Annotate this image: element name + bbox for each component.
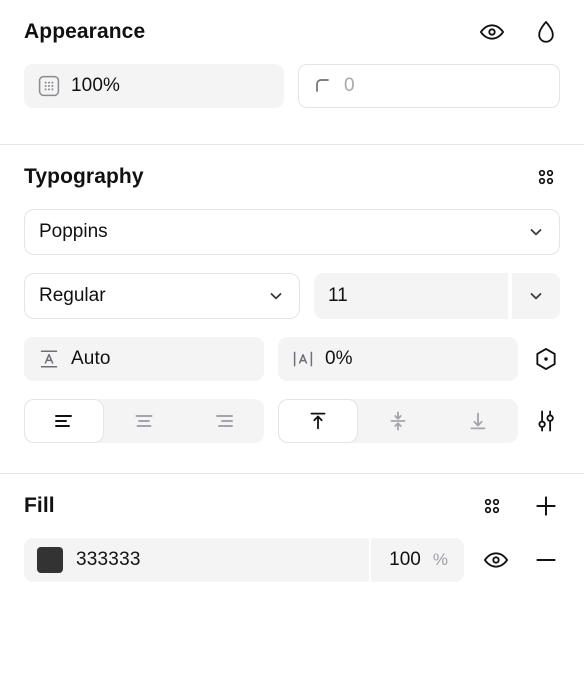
- appearance-header-actions: [478, 18, 560, 46]
- typography-title: Typography: [24, 165, 144, 188]
- line-height-field[interactable]: Auto: [24, 337, 264, 381]
- horizontal-align-group: [24, 399, 264, 443]
- corner-radius-icon: [313, 76, 333, 96]
- visibility-eye-icon[interactable]: [482, 546, 510, 574]
- align-center-icon[interactable]: [104, 399, 184, 443]
- align-top-icon[interactable]: [278, 399, 358, 443]
- opacity-value: 100%: [71, 75, 120, 96]
- add-fill-plus-icon[interactable]: [532, 492, 560, 520]
- fill-opacity-value: 100: [389, 549, 421, 570]
- chevron-down-icon: [267, 287, 285, 305]
- fill-color-picker[interactable]: 333333: [24, 547, 369, 573]
- font-size-value: 11: [328, 285, 348, 306]
- alignment-row: [24, 399, 560, 443]
- remove-fill-minus-icon[interactable]: [532, 546, 560, 574]
- typography-header-actions: [532, 163, 560, 191]
- line-letter-row: Auto 0%: [24, 337, 560, 381]
- font-family-row: Poppins: [24, 209, 560, 255]
- line-height-value: Auto: [71, 348, 111, 369]
- font-family-select[interactable]: Poppins: [24, 209, 560, 255]
- fill-header-actions: [478, 492, 560, 520]
- fill-header: Fill: [24, 474, 560, 538]
- line-height-icon: [38, 348, 60, 370]
- appearance-header: Appearance: [24, 0, 560, 64]
- font-size-input[interactable]: 11: [314, 273, 508, 319]
- fill-hex-value: 333333: [76, 549, 141, 570]
- text-decoration-hexagon-icon[interactable]: [532, 345, 560, 373]
- font-size-stepper: 11: [314, 273, 560, 319]
- align-left-icon[interactable]: [24, 399, 104, 443]
- fill-opacity-input[interactable]: 100 %: [371, 549, 464, 571]
- font-weight-select[interactable]: Regular: [24, 273, 300, 319]
- fill-color-field: 333333 100 %: [24, 538, 464, 582]
- fill-color-swatch[interactable]: [37, 547, 63, 573]
- text-styles-dots-icon[interactable]: [532, 163, 560, 191]
- appearance-section: Appearance 100% 0: [0, 0, 584, 108]
- font-size-dropdown-button[interactable]: [512, 273, 560, 319]
- align-right-icon[interactable]: [184, 399, 264, 443]
- corner-radius-value: 0: [344, 75, 355, 96]
- fill-opacity-unit: %: [432, 550, 448, 569]
- appearance-fields-row: 100% 0: [24, 64, 560, 108]
- type-settings-sliders-icon[interactable]: [532, 407, 560, 435]
- font-weight-size-row: Regular 11: [24, 273, 560, 319]
- fill-section: Fill 333333 100 %: [0, 474, 584, 582]
- align-bottom-icon[interactable]: [438, 399, 518, 443]
- color-styles-dots-icon[interactable]: [478, 492, 506, 520]
- opacity-field[interactable]: 100%: [24, 64, 284, 108]
- typography-section: Typography Poppins Regular 11 Auto 0%: [0, 145, 584, 443]
- vertical-align-group: [278, 399, 518, 443]
- letter-spacing-field[interactable]: 0%: [278, 337, 518, 381]
- blend-mode-droplet-icon[interactable]: [532, 18, 560, 46]
- corner-radius-field[interactable]: 0: [298, 64, 560, 108]
- font-family-value: Poppins: [39, 221, 108, 242]
- visibility-eye-icon[interactable]: [478, 18, 506, 46]
- typography-header: Typography: [24, 145, 560, 209]
- appearance-title: Appearance: [24, 20, 146, 43]
- fill-item-actions: [482, 546, 560, 574]
- align-middle-icon[interactable]: [358, 399, 438, 443]
- design-properties-panel: Appearance 100% 0 Typography Poppins Reg…: [0, 0, 584, 684]
- chevron-down-icon: [527, 287, 545, 305]
- chevron-down-icon: [527, 223, 545, 241]
- letter-spacing-value: 0%: [325, 348, 353, 369]
- fill-title: Fill: [24, 494, 55, 517]
- opacity-grid-icon: [38, 75, 60, 97]
- font-weight-value: Regular: [39, 285, 106, 306]
- letter-spacing-icon: [292, 348, 314, 370]
- fill-item-row: 333333 100 %: [24, 538, 560, 582]
